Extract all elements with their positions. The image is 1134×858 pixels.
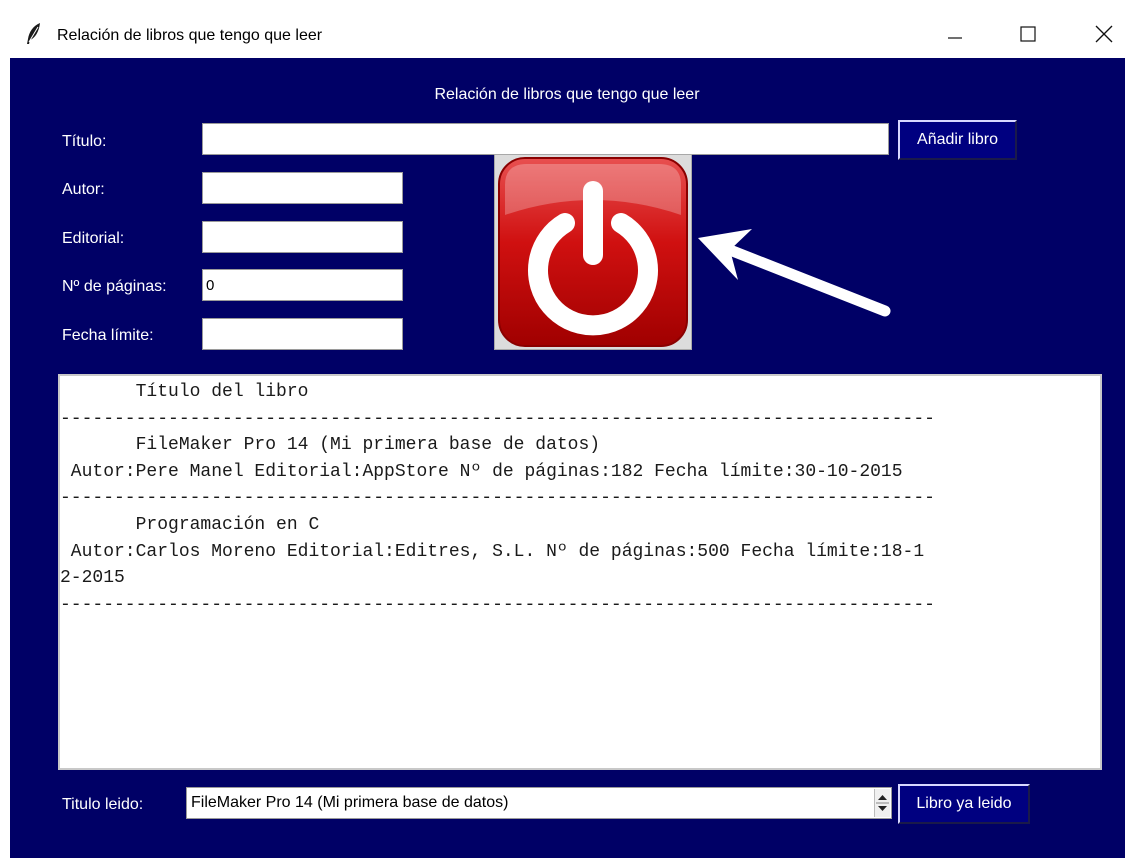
paginas-input[interactable]	[202, 269, 403, 301]
list-item-title: Programación en C	[60, 514, 320, 535]
book-list[interactable]: Título del libro -----------------------…	[58, 374, 1102, 770]
fecha-label: Fecha límite:	[62, 327, 154, 344]
window-title: Relación de libros que tengo que leer	[57, 27, 323, 44]
read-title-value: FileMaker Pro 14 (Mi primera base de dat…	[191, 794, 509, 811]
book-list-text: Título del libro -----------------------…	[60, 376, 1100, 618]
list-item-title: FileMaker Pro 14 (Mi primera base de dat…	[60, 435, 601, 456]
list-separator: ----------------------------------------…	[60, 408, 935, 429]
titulo-label: Título:	[62, 133, 107, 150]
maximize-icon	[1020, 26, 1036, 42]
arrow-icon	[690, 228, 895, 323]
editorial-label: Editorial:	[62, 230, 125, 247]
power-icon	[495, 157, 691, 353]
mark-read-button[interactable]: Libro ya leido	[898, 784, 1030, 824]
app-heading: Relación de libros que tengo que leer	[434, 86, 700, 103]
minimize-icon	[948, 27, 962, 41]
minimize-button[interactable]	[932, 15, 978, 53]
list-separator: ----------------------------------------…	[60, 594, 935, 615]
list-item-details: Autor:Carlos Moreno Editorial:Editres, S…	[60, 541, 925, 562]
list-line: Título del libro	[60, 382, 309, 402]
autor-label: Autor:	[62, 181, 105, 198]
read-title-spinbox[interactable]: FileMaker Pro 14 (Mi primera base de dat…	[186, 787, 892, 819]
app-client-area: Relación de libros que tengo que leer Tí…	[10, 58, 1125, 858]
list-separator: ----------------------------------------…	[60, 488, 935, 509]
close-icon	[1095, 25, 1113, 43]
add-book-button[interactable]: Añadir libro	[898, 120, 1017, 160]
spinner-arrows[interactable]	[874, 789, 890, 817]
autor-input[interactable]	[202, 172, 403, 204]
list-item-details-wrap: 2-2015	[60, 568, 125, 589]
maximize-button[interactable]	[1005, 15, 1051, 53]
feather-icon	[24, 22, 44, 46]
titulo-input[interactable]	[202, 123, 889, 155]
close-button[interactable]	[1081, 15, 1127, 53]
power-button[interactable]	[494, 154, 692, 350]
spinner-arrows-icon	[875, 795, 890, 821]
editorial-input[interactable]	[202, 221, 403, 253]
fecha-input[interactable]	[202, 318, 403, 350]
leido-label: Titulo leido:	[62, 796, 144, 813]
paginas-label: Nº de páginas:	[62, 278, 167, 295]
window-titlebar: Relación de libros que tengo que leer	[0, 0, 1134, 58]
list-item-details: Autor:Pere Manel Editorial:AppStore Nº d…	[60, 461, 903, 482]
